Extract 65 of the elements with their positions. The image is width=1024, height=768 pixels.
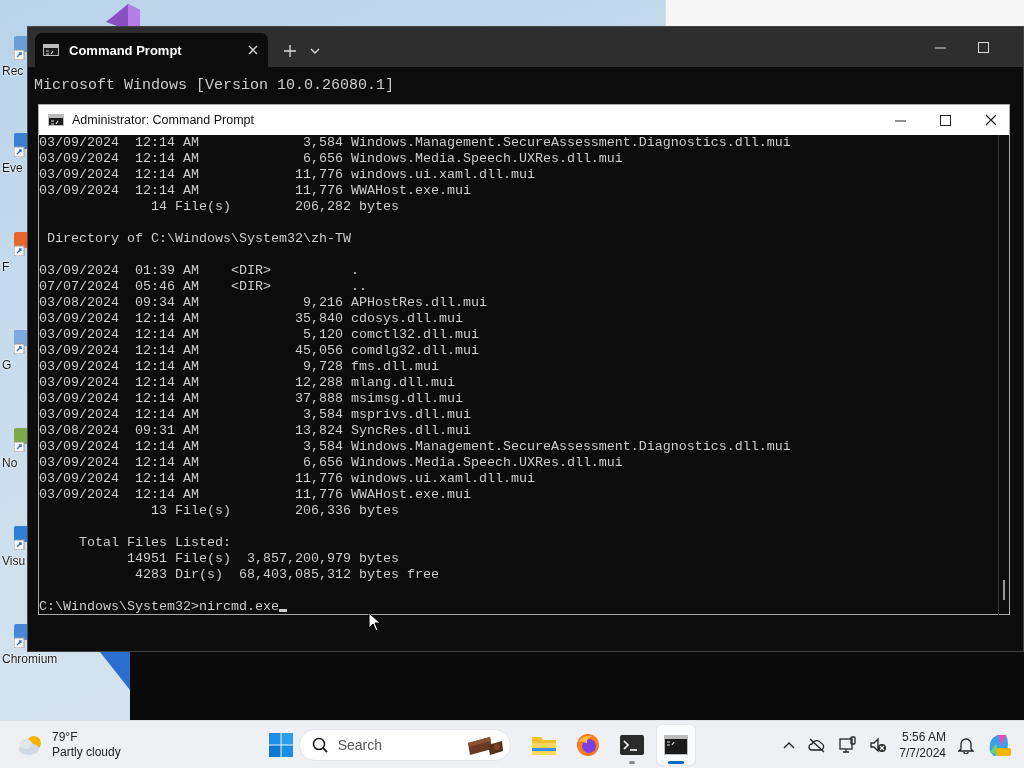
console-line: 03/09/2024 12:14 AM 11,776 windows.ui.xaml.dll.mui <box>39 167 535 182</box>
bell-icon[interactable] <box>958 735 974 754</box>
console-line: Microsoft Windows [Version 10.0.26080.1] <box>34 77 396 94</box>
plus-icon[interactable] <box>284 45 296 57</box>
desktop-icon-label[interactable]: Rec <box>2 64 24 78</box>
desktop-icon-label[interactable]: G <box>2 358 12 372</box>
terminal-icon <box>43 44 59 56</box>
console-line: 4283 Dir(s) 68,403,085,312 bytes free <box>133 567 439 582</box>
console-line: 03/09/2024 12:14 AM 45,056 comdlg32.dll.mui <box>39 343 479 358</box>
shortcut-icon[interactable] <box>14 36 28 60</box>
console-line: 03/09/2024 01:39 AM <DIR> . <box>39 263 359 278</box>
shortcut-icon[interactable] <box>14 330 28 354</box>
console-line: 03/09/2024 12:14 AM 6,656 Windows.Media.Speech.UXRes.dll.mui <box>39 455 623 470</box>
start-icon[interactable] <box>268 732 293 757</box>
shortcut-icon[interactable] <box>14 133 28 157</box>
console-line: 03/08/2024 09:34 AM 9,216 APHostRes.dll.mui <box>39 295 487 310</box>
console-line: 03/09/2024 12:14 AM 9,728 fms.dll.mui <box>39 359 439 374</box>
console-line: 03/08/2024 09:31 AM 13,824 SyncRes.dll.mui <box>39 423 471 438</box>
shortcut-icon[interactable] <box>14 526 28 550</box>
console-line: 03/09/2024 12:14 AM 3,584 Windows.Management.SecureAssessment.Diagnostics.dll.mui <box>39 135 791 150</box>
desktop-icon-label[interactable]: No <box>2 456 18 470</box>
weather-condition: Partly cloudy <box>52 744 121 760</box>
console-line: 03/09/2024 12:14 AM 11,776 windows.ui.xaml.dll.mui <box>39 471 535 486</box>
close-icon[interactable] <box>985 114 997 126</box>
search-icon <box>311 736 328 753</box>
console-line: 03/09/2024 12:14 AM 11,776 WWAHost.exe.mui <box>39 183 471 198</box>
monitor-icon[interactable] <box>839 735 858 754</box>
chevron-down-icon[interactable] <box>310 48 320 54</box>
temperature: 79°F <box>52 729 79 745</box>
console-line: Directory of C:\Windows\System32\zh-TW <box>46 231 351 246</box>
browser-icon[interactable] <box>575 732 600 757</box>
console-line: 14 File(s) 206,282 bytes <box>149 199 399 214</box>
console-line: 03/09/2024 12:14 AM 35,840 cdosys.dll.mui <box>39 311 463 326</box>
running-indicator <box>628 760 635 764</box>
chevron-up-icon[interactable] <box>783 740 796 749</box>
desktop-icon-label[interactable]: F <box>2 260 10 274</box>
tab[interactable]: Command Prompt <box>35 33 268 67</box>
console-line: C:\Windows\System32>nircmd.exe <box>39 599 279 614</box>
desktop-icon-label[interactable]: Eve <box>2 161 23 175</box>
maximize-icon[interactable] <box>940 114 951 126</box>
console-line: 14951 File(s) 3,857,200,979 bytes <box>125 551 399 566</box>
terminal-icon[interactable] <box>663 734 688 755</box>
desktop-icon-label[interactable]: Visu <box>2 554 26 568</box>
clock[interactable]: 5:56 AM 7/7/2024 <box>899 728 946 761</box>
console-line: Total Files Listed: <box>78 535 231 550</box>
console-line: 03/09/2024 12:14 AM 5,120 comctl32.dll.mui <box>39 327 479 342</box>
shortcut-icon[interactable] <box>14 624 28 648</box>
speaker-muted-icon[interactable] <box>869 736 888 753</box>
search-field[interactable]: Search <box>298 728 511 761</box>
console-line: 13 File(s) 206,336 bytes <box>149 503 399 518</box>
shortcut-icon[interactable] <box>14 428 28 452</box>
desktop-icon-label[interactable]: Chromium <box>2 652 58 666</box>
console-line: 03/09/2024 12:14 AM 12,288 mlang.dll.mui <box>39 375 455 390</box>
console-line: 03/09/2024 12:14 AM 3,584 msprivs.dll.mui <box>39 407 471 422</box>
terminal-icon[interactable] <box>619 734 644 755</box>
terminal-icon <box>48 114 64 126</box>
shortcut-icon[interactable] <box>14 232 28 256</box>
console-line: 03/09/2024 12:14 AM 3,584 Windows.Management.SecureAssessment.Diagnostics.dll.mui <box>39 439 791 454</box>
console-line: 03/09/2024 12:14 AM 37,888 msimsg.dll.mui <box>39 391 463 406</box>
running-indicator <box>667 760 684 764</box>
console-line: 03/09/2024 12:14 AM 11,776 WWAHost.exe.mui <box>39 487 471 502</box>
scrollbar-thumb[interactable] <box>1003 580 1005 600</box>
console-line: 03/09/2024 12:14 AM 6,656 Windows.Media.Speech.UXRes.dll.mui <box>39 151 623 166</box>
window-title: Administrator: Command Prompt <box>72 113 255 127</box>
console-line: 07/07/2024 05:46 AM <DIR> .. <box>39 279 367 294</box>
